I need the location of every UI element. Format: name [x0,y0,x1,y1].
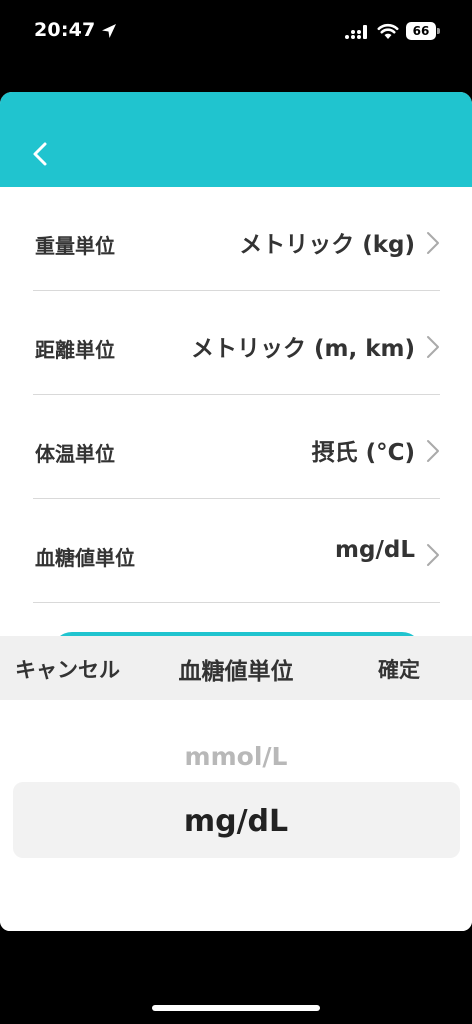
setting-row-temperature-unit[interactable]: 体温単位 摂氏 (°C) [33,395,440,499]
setting-label: 体温単位 [35,442,115,466]
status-bar: 20:47 66 [0,0,472,62]
setting-label: 重量単位 [35,234,115,258]
settings-sheet: 重量単位 メトリック (kg) 距離単位 メトリック (m, km) 体温単位 … [0,92,472,931]
setting-value: mg/dL [335,537,415,563]
home-indicator [152,1005,320,1011]
chevron-right-icon [427,544,439,566]
setting-value: メトリック (kg) [239,232,415,258]
setting-label: 距離単位 [35,338,115,362]
chevron-left-icon[interactable] [26,136,56,172]
picker-option-selected[interactable]: mg/dL [0,804,472,839]
chevron-right-icon [427,232,439,254]
cellular-signal-icon [345,25,367,39]
picker-toolbar: 血糖値単位 キャンセル 確定 [0,636,472,700]
picker-option[interactable]: mmol/L [0,742,472,771]
setting-value: 摂氏 (°C) [311,440,415,466]
battery-level: 66 [406,22,436,40]
setting-row-blood-glucose-unit[interactable]: 血糖値単位 mg/dL [33,499,440,603]
nav-bar [0,92,472,187]
setting-row-weight-unit[interactable]: 重量単位 メトリック (kg) [33,187,440,291]
picker-confirm-button[interactable]: 確定 [378,654,420,684]
battery-cap [437,28,440,34]
unit-settings-list: 重量単位 メトリック (kg) 距離単位 メトリック (m, km) 体温単位 … [0,187,472,603]
wifi-icon [377,23,399,39]
chevron-right-icon [427,440,439,462]
picker-wheel[interactable]: mmol/L mg/dL [0,700,472,931]
chevron-right-icon [427,336,439,358]
status-time: 20:47 [34,19,96,41]
picker-cancel-button[interactable]: キャンセル [15,654,120,684]
location-arrow-icon [102,24,116,38]
battery-indicator: 66 [406,22,440,40]
setting-value: メトリック (m, km) [190,336,415,362]
setting-row-distance-unit[interactable]: 距離単位 メトリック (m, km) [33,291,440,395]
setting-label: 血糖値単位 [35,546,135,570]
